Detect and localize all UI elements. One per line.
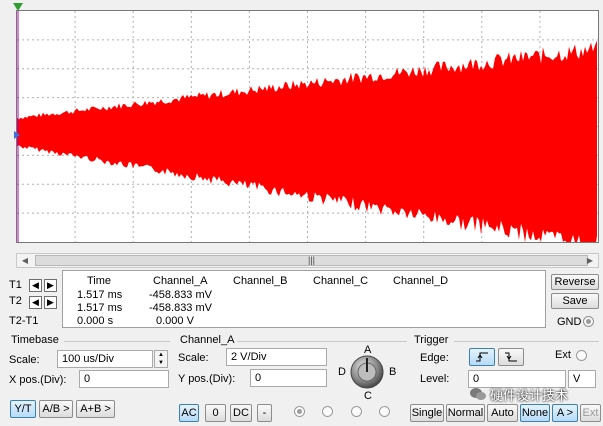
- gnd-label: GND: [557, 316, 582, 328]
- time-header: Time: [87, 275, 112, 287]
- channel-b-header: Channel_B: [233, 275, 288, 287]
- channel-d-header: Channel_D: [393, 275, 449, 287]
- ext-trigger-radio[interactable]: [576, 350, 587, 361]
- channel-a-ypos-input[interactable]: 0: [250, 369, 327, 387]
- trigger-edge-label: Edge:: [420, 352, 449, 364]
- timebase-xpos-input[interactable]: 0: [79, 370, 169, 388]
- channel-a-title: Channel_A: [180, 334, 235, 346]
- zero-coupling-button[interactable]: 0: [205, 404, 226, 422]
- channel-a-scale-label: Scale:: [178, 352, 209, 364]
- yt-button[interactable]: Y/T: [10, 400, 36, 418]
- a-source-button[interactable]: A >: [552, 404, 578, 422]
- scroll-left-arrow-icon[interactable]: ◀: [18, 254, 32, 267]
- scrollbar-thumb[interactable]: |||: [35, 255, 588, 266]
- gnd-terminal-icon[interactable]: [583, 316, 594, 327]
- t2-label: T2: [9, 295, 22, 307]
- knob-label-b: B: [389, 366, 397, 378]
- oscilloscope-screen[interactable]: [16, 10, 599, 243]
- watermark: 硬件设计技术: [470, 384, 590, 404]
- t2-channel-a-value: -458.833 mV: [149, 302, 212, 314]
- rising-edge-button[interactable]: [469, 348, 495, 366]
- timebase-scale-input[interactable]: 100 us/Div: [57, 350, 153, 368]
- trigger-title: Trigger: [414, 334, 449, 346]
- channel-a-terminal-radio[interactable]: [294, 406, 305, 417]
- spin-up-icon[interactable]: ▲: [155, 351, 167, 359]
- save-button[interactable]: Save: [551, 293, 599, 309]
- timebase-xpos-label: X pos.(Div):: [9, 374, 67, 386]
- channel-a-scale-input[interactable]: 2 V/Div: [226, 348, 327, 366]
- channel-a-group-line: [237, 341, 407, 342]
- knob-label-c: C: [364, 390, 372, 402]
- horizontal-scrollbar[interactable]: ◀ ||| ▶: [16, 253, 599, 268]
- rising-edge-icon: [476, 352, 488, 362]
- falling-edge-button[interactable]: [498, 348, 524, 366]
- channel-a-header: Channel_A: [153, 275, 208, 287]
- trigger-ext-label: Ext: [555, 349, 571, 361]
- t1-right-arrow-icon[interactable]: ▶: [44, 279, 57, 292]
- single-mode-button[interactable]: Single: [410, 404, 444, 422]
- timebase-scale-spinner[interactable]: ▲ ▼: [154, 350, 168, 368]
- t1-time-value: 1.517 ms: [77, 289, 123, 301]
- knob-label-d: D: [338, 366, 346, 378]
- ext-source-button[interactable]: Ext: [580, 404, 601, 422]
- channel-b-terminal-radio[interactable]: [322, 406, 333, 417]
- t2-right-arrow-icon[interactable]: ▶: [44, 296, 57, 309]
- reverse-button[interactable]: Reverse: [551, 274, 599, 290]
- wechat-logo-icon: [470, 388, 486, 400]
- channel-c-terminal-radio[interactable]: [351, 406, 362, 417]
- scroll-right-arrow-icon[interactable]: ▶: [583, 254, 597, 267]
- t2-t1-channel-a-value: 0.000 V: [156, 315, 194, 327]
- cursor-readout-panel: T1 T2 T2-T1 ◀ ▶ ◀ ▶ Time Channel_A Chann…: [6, 270, 546, 328]
- none-mode-button[interactable]: None: [520, 404, 550, 422]
- timebase-scale-label: Scale:: [9, 354, 40, 366]
- t1-label: T1: [9, 279, 22, 291]
- channel-a-ypos-label: Y pos.(Div):: [178, 373, 236, 385]
- watermark-text: 硬件设计技术: [490, 388, 569, 404]
- measurement-table: Time Channel_A Channel_B Channel_C Chann…: [62, 270, 546, 328]
- t2-left-arrow-icon[interactable]: ◀: [29, 296, 42, 309]
- t2-t1-time-value: 0.000 s: [77, 315, 114, 327]
- auto-mode-button[interactable]: Auto: [487, 404, 518, 422]
- ab-button[interactable]: A/B >: [39, 400, 73, 418]
- minus-button[interactable]: -: [257, 404, 272, 422]
- channel-a-level-marker-icon: [14, 130, 20, 139]
- timebase-group-line: [64, 341, 170, 342]
- t2-t1-label: T2-T1: [9, 315, 39, 327]
- falling-edge-icon: [505, 352, 517, 362]
- timebase-title: Timebase: [11, 334, 59, 346]
- scope-display-area: ◀ ||| ▶: [0, 0, 603, 268]
- spin-down-icon[interactable]: ▼: [155, 359, 167, 367]
- t1-left-arrow-icon[interactable]: ◀: [29, 279, 42, 292]
- t1-channel-a-value: -458.833 mV: [149, 289, 212, 301]
- ac-coupling-button[interactable]: AC: [179, 404, 199, 422]
- a-plus-b-button[interactable]: A+B >: [76, 400, 115, 418]
- t2-time-value: 1.517 ms: [77, 302, 123, 314]
- trigger-level-label: Level:: [420, 373, 450, 385]
- channel-d-terminal-radio[interactable]: [379, 406, 390, 417]
- normal-mode-button[interactable]: Normal: [446, 404, 485, 422]
- channel-selector-knob-icon[interactable]: [350, 355, 384, 389]
- dc-coupling-button[interactable]: DC: [230, 404, 252, 422]
- channel-c-header: Channel_C: [313, 275, 369, 287]
- trigger-group-line: [454, 341, 599, 342]
